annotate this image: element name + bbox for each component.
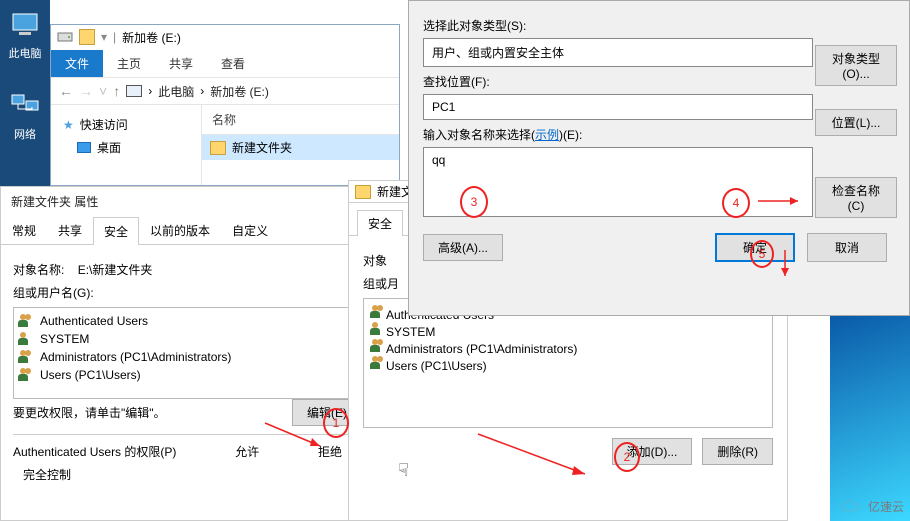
tab-general[interactable]: 常规 <box>1 216 47 244</box>
folder-item[interactable]: 新建文件夹 <box>202 135 399 160</box>
history-dropdown[interactable]: ˅ <box>99 83 107 99</box>
tab-previous[interactable]: 以前的版本 <box>139 216 221 244</box>
desktop-icon-small <box>77 142 91 153</box>
sidebar-desktop[interactable]: 桌面 <box>59 136 193 159</box>
locations-button[interactable]: 位置(L)... <box>815 109 897 136</box>
tab-strip: 常规 共享 安全 以前的版本 自定义 <box>1 216 374 245</box>
breadcrumb-sep: › <box>200 84 204 98</box>
object-names-input[interactable]: qq <box>423 147 813 217</box>
users-icon <box>18 350 34 364</box>
properties-title: 新建文件夹 属性 <box>1 187 374 216</box>
object-types-button[interactable]: 对象类型(O)... <box>815 45 897 86</box>
object-name-label: 对象名称: <box>13 263 64 277</box>
list-item: Administrators (PC1\Administrators) <box>370 339 766 356</box>
object-name-value: E:\新建文件夹 <box>78 263 153 277</box>
allow-header: 允许 <box>235 443 259 460</box>
properties-dialog: 新建文件夹 属性 常规 共享 安全 以前的版本 自定义 对象名称: E:\新建文… <box>0 186 375 521</box>
drive-icon <box>57 30 73 44</box>
column-name[interactable]: 名称 <box>202 105 399 135</box>
desktop-wallpaper <box>830 316 910 521</box>
nav-pane: ★快速访问 桌面 <box>51 105 201 185</box>
list-item: SYSTEM <box>18 330 357 348</box>
add-button[interactable]: 添加(D)... <box>612 438 693 465</box>
explorer-window: ▾ | 新加卷 (E:) 文件 主页 共享 查看 ← → ˅ ↑ › 此电脑 ›… <box>50 24 400 186</box>
breadcrumb-vol[interactable]: 新加卷 (E:) <box>210 83 269 100</box>
network-label: 网络 <box>0 126 50 142</box>
breadcrumb-sep: › <box>148 84 152 98</box>
ribbon: 文件 主页 共享 查看 <box>51 49 399 77</box>
folder-icon <box>210 141 226 155</box>
list-item: Administrators (PC1\Administrators) <box>18 348 357 366</box>
user-icon <box>18 332 34 346</box>
users-icon <box>18 314 34 328</box>
users-icon <box>370 339 386 353</box>
quick-access[interactable]: ★快速访问 <box>59 113 193 136</box>
list-item: SYSTEM <box>370 322 766 339</box>
remove-button[interactable]: 删除(R) <box>702 438 773 465</box>
share-tab[interactable]: 共享 <box>155 50 207 77</box>
this-pc-label: 此电脑 <box>0 45 50 61</box>
nav-bar: ← → ˅ ↑ › 此电脑 › 新加卷 (E:) <box>51 77 399 105</box>
cursor-icon: ☟ <box>398 460 409 481</box>
explorer-titlebar[interactable]: ▾ | 新加卷 (E:) <box>51 25 399 49</box>
users-icon <box>18 368 34 382</box>
back-button[interactable]: ← <box>59 83 73 99</box>
permissions-for-label: Authenticated Users 的权限(P) <box>13 443 176 460</box>
tab-custom[interactable]: 自定义 <box>221 216 279 244</box>
cancel-button[interactable]: 取消 <box>807 233 887 262</box>
up-button[interactable]: ↑ <box>113 83 120 99</box>
advanced-button[interactable]: 高级(A)... <box>423 234 503 261</box>
cloud-icon <box>840 499 864 515</box>
user-icon <box>370 322 386 336</box>
file-tab[interactable]: 文件 <box>51 50 103 77</box>
tab-security[interactable]: 安全 <box>93 217 139 245</box>
folder-name: 新建文件夹 <box>232 139 292 156</box>
list-item: Authenticated Users <box>18 312 357 330</box>
object-type-field: 用户、组或内置安全主体 <box>423 38 813 67</box>
network-icon[interactable]: 网络 <box>0 89 50 142</box>
check-names-button[interactable]: 检查名称(C) <box>815 177 897 218</box>
examples-link[interactable]: 示例 <box>535 128 559 142</box>
window-title: 新加卷 (E:) <box>122 29 181 46</box>
location-field: PC1 <box>423 94 813 120</box>
home-tab[interactable]: 主页 <box>103 50 155 77</box>
edit-hint: 要更改权限，请单击"编辑"。 <box>13 404 166 421</box>
star-icon: ★ <box>63 118 74 132</box>
perm-full-control: 完全控制 <box>13 466 362 483</box>
list-item: Users (PC1\Users) <box>370 356 766 373</box>
users-icon <box>370 305 386 319</box>
folder-icon <box>355 185 371 199</box>
watermark: 亿速云 <box>840 498 904 515</box>
users-list[interactable]: Authenticated Users SYSTEM Administrator… <box>13 307 362 399</box>
select-user-dialog: 选择此对象类型(S): 用户、组或内置安全主体 对象类型(O)... 查找位置(… <box>408 0 910 316</box>
breadcrumb-pc[interactable]: 此电脑 <box>158 83 194 100</box>
tab-security[interactable]: 安全 <box>357 210 403 236</box>
pc-icon <box>126 85 142 97</box>
users-icon <box>370 356 386 370</box>
users-list[interactable]: Authenticated Users SYSTEM Administrator… <box>363 298 773 428</box>
folder-icon <box>79 29 95 45</box>
list-item: Users (PC1\Users) <box>18 366 357 384</box>
file-list: 名称 新建文件夹 <box>201 105 399 185</box>
forward-button[interactable]: → <box>79 83 93 99</box>
this-pc-icon[interactable]: 此电脑 <box>0 8 50 61</box>
object-type-label: 选择此对象类型(S): <box>423 17 895 34</box>
group-users-label: 组或用户名(G): <box>13 284 362 301</box>
view-tab[interactable]: 查看 <box>207 50 259 77</box>
tab-share[interactable]: 共享 <box>47 216 93 244</box>
